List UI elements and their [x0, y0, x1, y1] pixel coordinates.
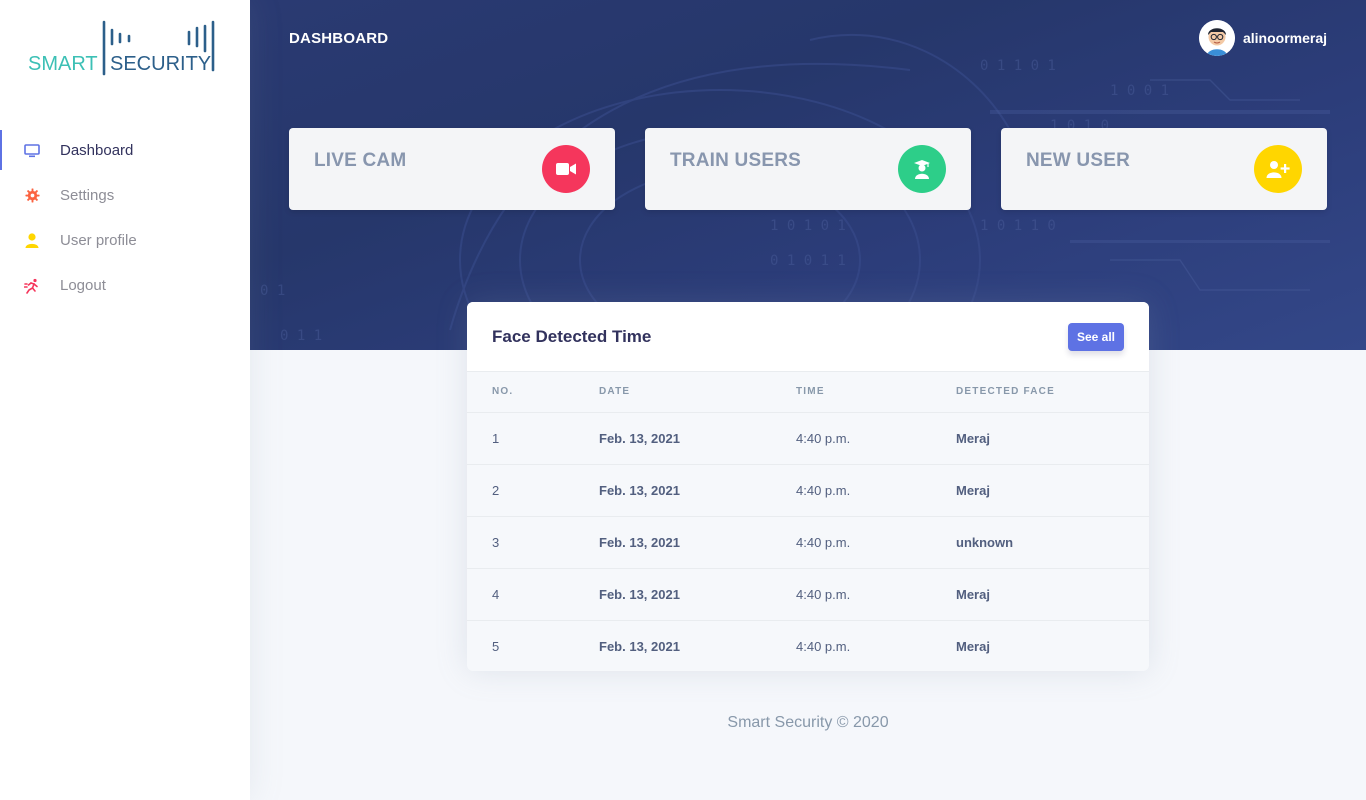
card-title: TRAIN USERS: [670, 150, 801, 171]
cell-face: Meraj: [931, 464, 1149, 517]
see-all-button[interactable]: See all: [1067, 322, 1124, 351]
table-row[interactable]: 1 Feb. 13, 2021 4:40 p.m. Meraj: [467, 412, 1149, 465]
cell-no: 1: [467, 412, 574, 465]
column-header-no: NO.: [467, 372, 574, 413]
column-header-date: DATE: [574, 372, 771, 413]
svg-text:0 1: 0 1: [260, 283, 285, 299]
cell-no: 3: [467, 516, 574, 569]
footer-copyright: Smart Security © 2020: [727, 714, 889, 731]
gear-icon: [24, 188, 40, 204]
sidebar-item-label: Dashboard: [60, 142, 134, 159]
cell-time: 4:40 p.m.: [771, 464, 931, 517]
table-row[interactable]: 4 Feb. 13, 2021 4:40 p.m. Meraj: [467, 568, 1149, 621]
cell-no: 5: [492, 638, 500, 654]
brand-word-smart: SMART: [28, 53, 98, 75]
table-header-row: NO. DATE TIME DETECTED FACE: [467, 372, 1149, 413]
cell-no: 4: [467, 568, 574, 621]
username: alinoormeraj: [1242, 30, 1327, 46]
svg-text:0 1 0 1 1: 0 1 0 1 1: [770, 253, 846, 269]
cell-face: Meraj: [931, 568, 1149, 621]
train-users-card[interactable]: TRAIN USERS: [645, 128, 971, 210]
brand-word-security: SECURITY: [110, 53, 211, 75]
cell-date: Feb. 13, 2021: [574, 464, 771, 517]
column-header-time: TIME: [771, 372, 931, 413]
sidebar-item-label: Settings: [60, 187, 115, 204]
cell-no: 2: [467, 464, 574, 517]
sidebar-item-dashboard[interactable]: Dashboard: [0, 128, 250, 173]
cell-face: Meraj: [931, 412, 1149, 465]
cell-face: Meraj: [956, 638, 990, 654]
svg-text:0 1 1 0 1: 0 1 1 0 1: [980, 58, 1056, 74]
sidebar-item-label: User profile: [60, 232, 137, 249]
sidebar-item-logout[interactable]: Logout: [0, 263, 250, 308]
user-menu[interactable]: alinoormeraj: [1198, 20, 1327, 56]
svg-text:1 0 1 0 1: 1 0 1 0 1: [770, 218, 846, 234]
sidebar-nav: Dashboard Settings User profile Logout: [0, 128, 250, 308]
cell-date: Feb. 13, 2021: [599, 638, 680, 654]
card-title: NEW USER: [1026, 150, 1130, 171]
table-row[interactable]: 3 Feb. 13, 2021 4:40 p.m. unknown: [467, 516, 1149, 569]
table-row[interactable]: 2 Feb. 13, 2021 4:40 p.m. Meraj: [467, 464, 1149, 517]
graduate-icon: [898, 145, 946, 193]
cell-time: 4:40 p.m.: [771, 516, 931, 569]
video-camera-icon: [542, 145, 590, 193]
card-title: LIVE CAM: [314, 150, 407, 171]
brand-logo[interactable]: SMART SECURITY: [28, 18, 228, 78]
user-icon: [24, 233, 40, 249]
cell-time: 4:40 p.m.: [771, 568, 931, 621]
face-detected-table: NO. DATE TIME DETECTED FACE 1 Feb. 13, 2…: [467, 372, 1149, 671]
cell-date: Feb. 13, 2021: [574, 412, 771, 465]
svg-text:1 0 1 1 0: 1 0 1 1 0: [980, 218, 1056, 234]
sidebar-item-settings[interactable]: Settings: [0, 173, 250, 218]
new-user-card[interactable]: NEW USER: [1001, 128, 1327, 210]
cell-time: 4:40 p.m.: [796, 638, 851, 654]
svg-text:0 1 1: 0 1 1: [280, 328, 322, 344]
user-plus-icon: [1254, 145, 1302, 193]
cell-face: unknown: [931, 516, 1149, 569]
cell-time: 4:40 p.m.: [771, 412, 931, 465]
sidebar: SMART SECURITY Dashboard Settings User p…: [0, 0, 250, 800]
page-title: DASHBOARD: [289, 30, 389, 47]
live-cam-card[interactable]: LIVE CAM: [289, 128, 615, 210]
monitor-icon: [24, 143, 40, 159]
face-detected-table-card: Face Detected Time See all NO. DATE TIME…: [467, 302, 1149, 671]
svg-text:1 0 0 1: 1 0 0 1: [1110, 83, 1169, 99]
header: 0 1 1 0 1 1 0 1 0 1 0 0 1 1 0 1 1 0 1 0 …: [250, 0, 1366, 350]
cell-date: Feb. 13, 2021: [574, 568, 771, 621]
avatar[interactable]: [1198, 20, 1235, 56]
column-header-detected-face: DETECTED FACE: [931, 372, 1149, 413]
table-title: Face Detected Time: [492, 326, 652, 346]
sidebar-item-user-profile[interactable]: User profile: [0, 218, 250, 263]
sidebar-item-label: Logout: [60, 277, 106, 294]
table-header: Face Detected Time See all: [467, 302, 1149, 372]
running-icon: [24, 278, 40, 294]
cell-date: Feb. 13, 2021: [574, 516, 771, 569]
table-row[interactable]: 5 Feb. 13, 2021 4:40 p.m. Meraj: [467, 620, 1149, 671]
